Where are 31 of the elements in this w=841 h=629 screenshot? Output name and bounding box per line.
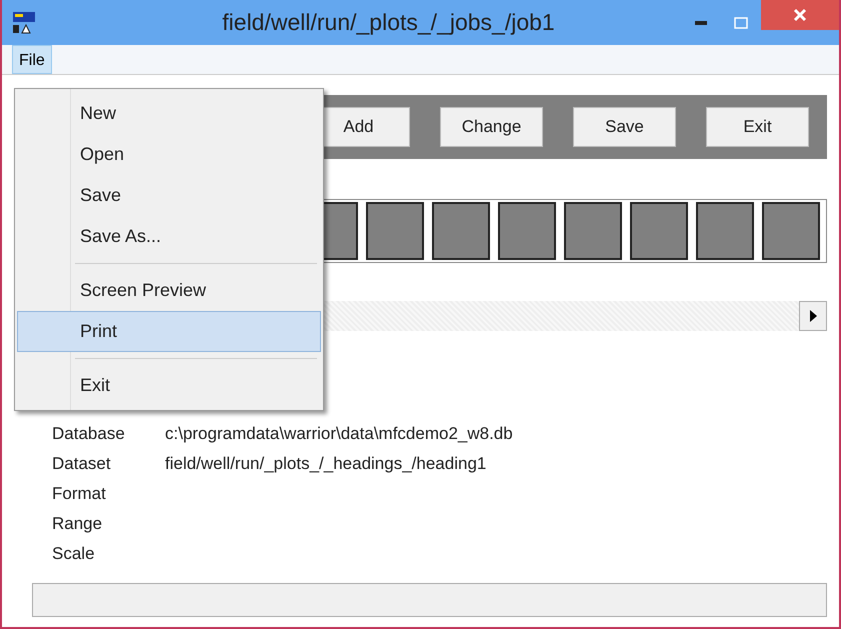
- maximize-icon[interactable]: [734, 16, 748, 28]
- tile: [564, 202, 622, 260]
- scroll-right-button[interactable]: [799, 301, 827, 331]
- tile: [696, 202, 754, 260]
- property-label: Range: [52, 513, 104, 536]
- tile: [630, 202, 688, 260]
- menu-item[interactable]: Print: [17, 311, 321, 352]
- menu-item[interactable]: File: [12, 45, 52, 74]
- property-label: Format: [52, 483, 107, 506]
- close-button[interactable]: [761, 0, 839, 30]
- tile: [366, 202, 424, 260]
- menu-item[interactable]: Screen Preview: [17, 270, 321, 311]
- property-value: field/well/run/_plots_/_headings_/heading1: [165, 453, 486, 476]
- menu-item[interactable]: Exit: [17, 365, 321, 406]
- close-icon: [793, 8, 807, 22]
- tile: [498, 202, 556, 260]
- property-label: Dataset: [52, 453, 112, 476]
- toolbar-button[interactable]: Change: [440, 107, 543, 147]
- tile: [762, 202, 820, 260]
- menu-item[interactable]: Save As...: [17, 216, 321, 257]
- property-label: Database: [52, 423, 126, 446]
- property-value: c:\programdata\warrior\data\mfcdemo2_w8.db: [165, 423, 513, 446]
- right-arrow-icon: [809, 310, 817, 322]
- property-label: Scale: [52, 543, 96, 566]
- menu-item[interactable]: Save: [17, 175, 321, 216]
- tile: [432, 202, 490, 260]
- minimize-icon[interactable]: [695, 20, 707, 24]
- app-icon: [12, 10, 36, 34]
- toolbar-button[interactable]: Exit: [706, 107, 809, 147]
- window-title: field/well/run/_plots_/_jobs_/job1: [221, 8, 556, 38]
- toolbar-button[interactable]: Save: [573, 107, 676, 147]
